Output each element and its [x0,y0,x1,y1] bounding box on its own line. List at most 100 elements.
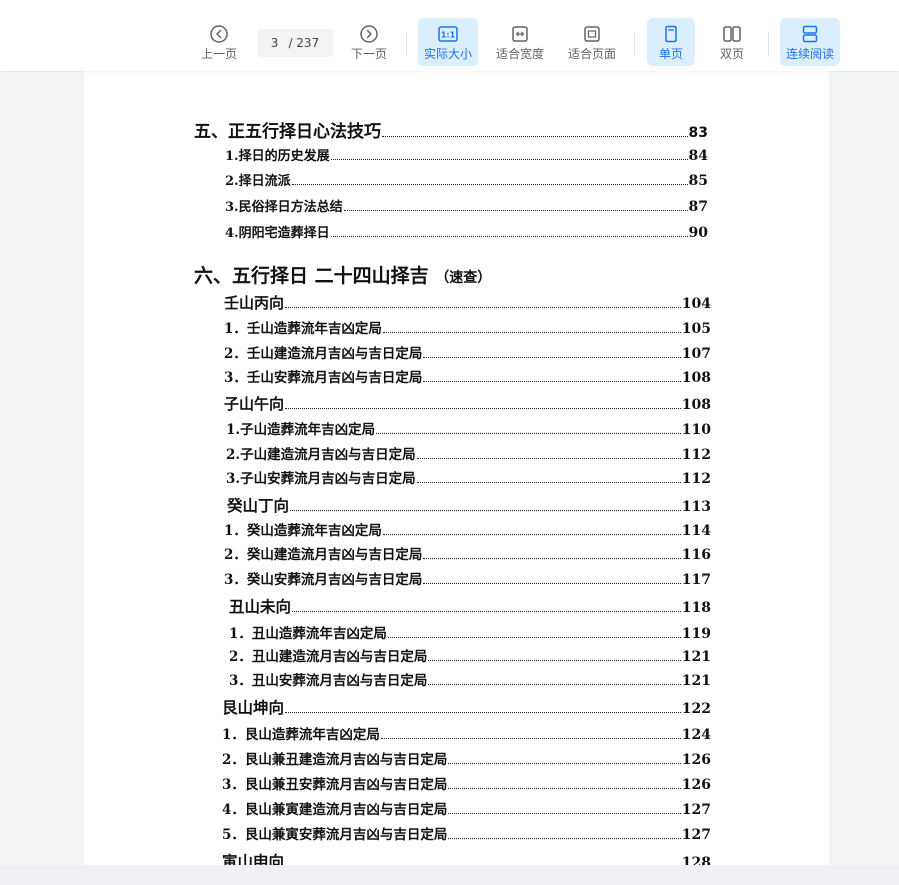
fit-page-button[interactable]: 适合页面 [563,18,621,66]
actual-size-icon: 1:1 [438,26,458,42]
toc-leader-dots [382,332,681,333]
toc-item[interactable]: 3．丑山安葬流月吉凶与吉日定局 121 [229,669,711,689]
toc-leader-dots [285,408,681,409]
toc-item[interactable]: 2．壬山建造流月吉凶与吉日定局 107 [224,342,711,362]
toc-page-number: 83 [688,125,708,141]
toc-item-text: 1．艮山造葬流年吉凶定局 [222,727,380,743]
toc-page-number: 121 [681,673,711,689]
toc-page-number: 116 [681,547,711,563]
toc-page-number: 122 [681,701,711,717]
actual-size-label: 实际大小 [423,47,472,61]
toc-page-number: 117 [681,572,711,588]
toc-mountain-heading[interactable]: 丑山未向 118 [229,595,711,617]
toc-mountain-heading[interactable]: 艮山坤向 122 [222,696,711,718]
toc-leader-dots [416,482,681,483]
reader-toolbar: 上一页 3 / 237 下一页 1:1 实际大小 适合宽度 适合页面 单页 双页… [0,0,899,71]
toolbar-divider [406,32,407,56]
toc-page-number: 108 [681,370,711,386]
toc-leader-dots [382,136,688,137]
toc-page-number: 113 [681,499,711,515]
toc-item[interactable]: 3.子山安葬流月吉凶与吉日定局 112 [226,467,711,487]
toc-item-text: 丑山未向 [229,597,292,616]
toc-item[interactable]: 1.子山造葬流年吉凶定局 110 [226,418,711,438]
toc-item-text: 1．壬山造葬流年吉凶定局 [224,321,382,337]
toc-item-text: 艮山坤向 [222,698,285,717]
toc-item[interactable]: 3．癸山安葬流月吉凶与吉日定局 117 [224,568,711,588]
toc-leader-dots [416,458,681,459]
toc-page-number: 108 [681,397,711,413]
fit-width-button[interactable]: 适合宽度 [491,18,549,66]
toc-leader-dots [387,637,681,638]
toc-item[interactable]: 1．壬山造葬流年吉凶定局 105 [224,317,711,337]
toc-item-text: 寅山申向 [222,852,285,865]
toc-leader-dots [448,838,681,839]
toc-leader-dots [423,583,681,584]
toc-item-text: 2．丑山建造流月吉凶与吉日定局 [229,649,428,665]
toc-item[interactable]: 4．艮山兼寅建造流月吉凶与吉日定局 127 [222,798,711,818]
fit-page-icon [584,26,600,42]
chevron-right-circle-icon [360,25,378,43]
toc-section-6-title[interactable]: 六、五行择日 二十四山择吉 （速查） [194,261,491,288]
toc-leader-dots [423,381,681,382]
toc-mountain-heading[interactable]: 寅山申向 128 [222,850,711,865]
continuous-reading-button[interactable]: 连续阅读 [780,18,840,66]
toc-page-number: 112 [681,447,711,463]
next-page-button[interactable]: 下一页 [346,18,392,66]
toc-item[interactable]: 1．丑山造葬流年吉凶定局 119 [229,622,711,642]
toc-item[interactable]: 3．艮山兼丑安葬流月吉凶与吉日定局 126 [222,773,711,793]
toolbar-divider [634,32,635,56]
toc-page-number: 107 [681,346,711,362]
toc-item[interactable]: 1．艮山造葬流年吉凶定局 124 [222,723,711,743]
toc-page-number: 118 [681,600,711,616]
fit-page-label: 适合页面 [567,47,616,61]
document-page: 五、正五行择日心法技巧 83 1.择日的历史发展 84 2.择日流派 85 3.… [84,71,829,865]
toc-page-number: 126 [681,752,711,768]
section-6-title-text: 六、五行择日 二十四山择吉 [194,265,429,287]
toc-page-number: 119 [681,626,711,642]
toc-item[interactable]: 1．癸山造葬流年吉凶定局 114 [224,519,711,539]
toc-page-number: 121 [681,649,711,665]
toc-page-number: 124 [681,727,711,743]
toc-item[interactable]: 2．艮山兼丑建造流月吉凶与吉日定局 126 [222,748,711,768]
toc-item[interactable]: 2．丑山建造流月吉凶与吉日定局 121 [229,645,711,665]
toc-page-number: 128 [681,855,711,865]
toc-item[interactable]: 3.民俗择日方法总结 87 [225,196,708,215]
double-page-icon [723,26,741,42]
toc-mountain-heading[interactable]: 壬山丙向 104 [224,292,711,313]
toc-mountain-heading[interactable]: 子山午向 108 [224,393,711,414]
toc-item[interactable]: 4.阴阳宅造葬择日 90 [225,222,708,241]
current-page-number[interactable]: 3 [271,36,279,50]
toc-leader-dots [376,433,681,434]
toc-leader-dots [448,763,681,764]
double-page-button[interactable]: 双页 [708,18,756,66]
next-page-label: 下一页 [350,47,387,61]
toc-item[interactable]: 1.择日的历史发展 84 [225,145,708,164]
toc-item[interactable]: 2．癸山建造流月吉凶与吉日定局 116 [224,543,711,563]
toc-item-text: 4．艮山兼寅建造流月吉凶与吉日定局 [222,802,448,818]
continuous-reading-icon [802,25,818,43]
toc-leader-dots [448,788,681,789]
toc-item[interactable]: 2.子山建造流月吉凶与吉日定局 112 [226,443,711,463]
toc-item-text: 癸山丁向 [227,496,290,515]
toc-item-text: 1．癸山造葬流年吉凶定局 [224,523,382,539]
prev-page-label: 上一页 [200,47,237,61]
toc-item[interactable]: 5．艮山兼寅安葬流月吉凶与吉日定局 127 [222,823,711,843]
toc-leader-dots [285,712,681,713]
prev-page-button[interactable]: 上一页 [196,18,242,66]
toc-section-5-title: 五、正五行择日心法技巧 [194,122,381,142]
toc-leader-dots [382,534,681,535]
toc-page-number: 127 [681,802,711,818]
actual-size-button[interactable]: 1:1 实际大小 [418,18,478,66]
toc-mountain-heading[interactable]: 癸山丁向 113 [227,494,711,516]
toc-item[interactable]: 2.择日流派 85 [225,170,708,189]
toc-leader-dots [285,307,681,308]
single-page-button[interactable]: 单页 [647,18,695,66]
toc-item-text: 3．丑山安葬流月吉凶与吉日定局 [229,673,428,689]
toc-leader-dots [292,611,681,612]
toc-page-number: 112 [681,471,711,487]
toc-leader-dots [290,510,681,511]
page-number-input[interactable]: 3 / 237 [257,29,333,57]
toc-item[interactable]: 3．壬山安葬流月吉凶与吉日定局 108 [224,366,711,386]
toc-section-5[interactable]: 五、正五行择日心法技巧 83 [194,117,708,142]
toc-page-number: 104 [681,296,711,312]
